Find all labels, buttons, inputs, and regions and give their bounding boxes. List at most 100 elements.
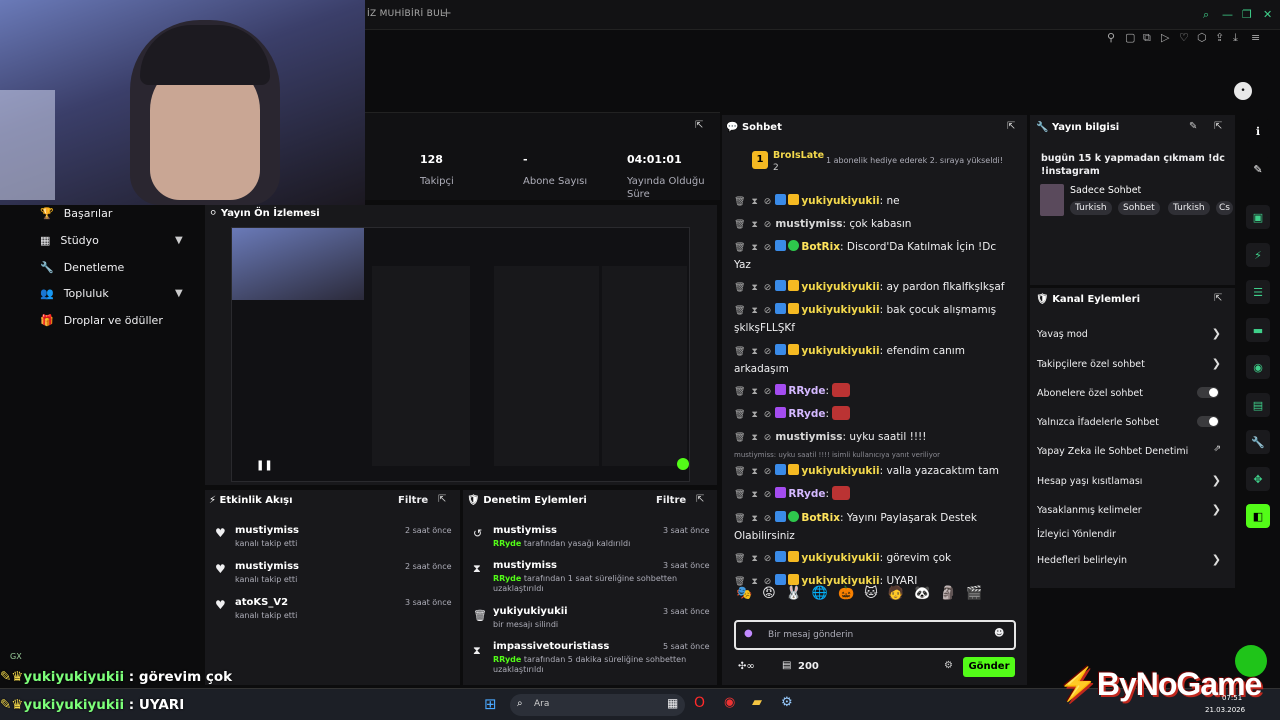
feed-item-name[interactable]: atoKS_V2 — [235, 597, 288, 608]
chat-message[interactable]: 🗑 ⧗ ⊘ yukiyukiyukii: valla yazacaktım tam — [734, 463, 1024, 481]
browser-tab[interactable]: İZ MUHİBİRİ BUL — [367, 9, 445, 19]
ban-icon[interactable]: ⊘ — [764, 433, 772, 443]
chat-message[interactable]: 🗑 ⧗ ⊘ RRyde: — [734, 486, 1024, 504]
share-icon[interactable]: ⇪ — [1215, 31, 1224, 44]
send-button[interactable]: Gönder — [963, 657, 1015, 677]
popout-icon[interactable]: ⇱ — [696, 495, 704, 505]
chat-message[interactable]: 🗑 ⧗ ⊘ yukiyukiyukii: ne — [734, 193, 1024, 211]
ban-icon[interactable]: ⊘ — [764, 467, 772, 477]
trash-icon[interactable]: 🗑 — [734, 283, 745, 293]
menu-icon[interactable]: ≡ — [1251, 31, 1260, 44]
channel-action-item[interactable]: Yapay Zeka ile Sohbet Denetimi ⇗ — [1037, 444, 1227, 457]
ban-icon[interactable]: ⊘ — [764, 220, 772, 230]
ban-icon[interactable]: ⊘ — [764, 514, 772, 524]
ban-icon[interactable]: ⊘ — [764, 387, 772, 397]
gift-user[interactable]: BroIsLate — [773, 150, 824, 161]
timeout-icon[interactable]: ⧗ — [751, 243, 757, 253]
ban-icon[interactable]: ⊘ — [764, 306, 772, 316]
search-icon[interactable]: ⌕ — [1203, 8, 1209, 22]
tag[interactable]: Sohbet — [1118, 201, 1160, 215]
cube-icon[interactable]: ⬡ — [1197, 31, 1207, 44]
popout-icon[interactable]: ⇱ — [1214, 122, 1222, 132]
ban-icon[interactable]: ⊘ — [764, 490, 772, 500]
chat-message[interactable]: 🗑 ⧗ ⊘ yukiyukiyukii: görevim çok — [734, 550, 1024, 568]
timeout-icon[interactable]: ⧗ — [751, 490, 757, 500]
mod-item-name[interactable]: mustiymiss — [493, 525, 557, 536]
trash-icon[interactable]: 🗑 — [734, 387, 745, 397]
timeout-icon[interactable]: ⧗ — [751, 306, 757, 316]
chat-input[interactable]: ● Bir mesaj gönderin ☻ — [734, 620, 1016, 650]
sidebar-item-community[interactable]: 👥 Topluluk ▼ — [40, 287, 183, 300]
popout-icon[interactable]: ⇱ — [695, 121, 703, 131]
steam-icon[interactable]: ⚙ — [781, 696, 793, 709]
channel-action-item[interactable]: Yasaklanmış kelimeler ❯ — [1037, 503, 1227, 516]
timeout-icon[interactable]: ⧗ — [751, 283, 757, 293]
trash-icon[interactable]: 🗑 — [734, 197, 745, 207]
wrench-icon[interactable]: 🔧 — [1246, 430, 1270, 454]
list-icon[interactable]: ☰ — [1246, 280, 1270, 304]
profile-avatar[interactable]: • — [1234, 82, 1252, 100]
chat-message[interactable]: 🗑 ⧗ ⊘ yukiyukiyukii: bak çocuk alışmamış şkl… — [734, 302, 1024, 337]
edit-icon[interactable]: ✎ — [1189, 122, 1197, 132]
chat-icon[interactable]: ▬ — [1246, 318, 1270, 342]
sidebar-item-studio[interactable]: ▦ Stüdyo ▼ — [40, 234, 183, 247]
play-pause-icon[interactable]: ❚❚ — [256, 460, 273, 471]
trash-icon[interactable]: 🗑 — [734, 554, 745, 564]
info-icon[interactable]: ℹ — [1246, 119, 1270, 143]
broadcast-icon[interactable]: ◉ — [1246, 355, 1270, 379]
ban-icon[interactable]: ⊘ — [764, 243, 772, 253]
channel-action-item[interactable]: İzleyici Yönlendir — [1037, 529, 1227, 540]
chat-username[interactable]: RRyde — [788, 385, 825, 397]
channel-action-item[interactable]: Abonelere özel sohbet — [1037, 387, 1227, 399]
chat-username[interactable]: yukiyukiyukii — [801, 465, 879, 477]
chat-message[interactable]: 🗑 ⧗ ⊘ BotRix: Yayını Paylaşarak Destek Olabi… — [734, 510, 1024, 545]
mod-item-name[interactable]: impassivetouristiass — [493, 641, 609, 652]
chat-username[interactable]: RRyde — [788, 488, 825, 500]
pin-icon[interactable]: ⚲ — [1107, 31, 1115, 44]
chat-message[interactable]: 🗑 ⧗ ⊘ mustiymiss: uyku saatil !!!! — [734, 429, 1024, 447]
mod-filter-button[interactable]: Filtre — [656, 495, 686, 506]
chat-username[interactable]: yukiyukiyukii — [801, 281, 879, 293]
trash-icon[interactable]: 🗑 — [734, 433, 745, 443]
timeout-icon[interactable]: ⧗ — [751, 514, 757, 524]
trash-icon[interactable]: 🗑 — [734, 220, 745, 230]
trash-icon[interactable]: 🗑 — [734, 347, 745, 357]
channel-action-item[interactable]: Yavaş mod ❯ — [1037, 327, 1227, 340]
page-icon[interactable]: ▢ — [1125, 31, 1135, 44]
tag[interactable]: Cs — [1216, 201, 1233, 215]
tag[interactable]: Turkish — [1168, 201, 1210, 215]
feed-item-name[interactable]: mustiymiss — [235, 561, 299, 572]
chat-username[interactable]: mustiymiss — [775, 431, 842, 443]
folder-icon[interactable]: ▰ — [752, 696, 762, 709]
trash-icon[interactable]: 🗑 — [734, 467, 745, 477]
chat-message[interactable]: 🗑 ⧗ ⊘ yukiyukiyukii: ay pardon flkalfkşlkşa… — [734, 279, 1024, 297]
chat-username[interactable]: mustiymiss — [775, 218, 842, 230]
gear-icon[interactable]: ⚙ — [944, 661, 953, 671]
ban-icon[interactable]: ⊘ — [764, 410, 772, 420]
taskview-icon[interactable]: ▦ — [667, 697, 678, 709]
activity-filter-button[interactable]: Filtre — [398, 495, 428, 506]
chat-message[interactable]: 🗑 ⧗ ⊘ yukiyukiyukii: efendim canım arkadaşım — [734, 343, 1024, 378]
green-app-icon[interactable]: ◧ — [1246, 504, 1270, 528]
timeout-icon[interactable]: ⧗ — [751, 387, 757, 397]
popout-icon[interactable]: ⇱ — [1007, 122, 1015, 132]
taskbar-search[interactable]: ⌕ Ara — [510, 694, 685, 716]
chat-username[interactable]: yukiyukiyukii — [801, 304, 879, 316]
timeout-icon[interactable]: ⧗ — [751, 433, 757, 443]
channel-action-item[interactable]: Hesap yaşı kısıtlaması ❯ — [1037, 474, 1227, 487]
feed-item-name[interactable]: mustiymiss — [235, 525, 299, 536]
puzzle-icon[interactable]: ✥ — [1246, 467, 1270, 491]
chat-message[interactable]: 🗑 ⧗ ⊘ RRyde: — [734, 406, 1024, 424]
close-icon[interactable]: ✕ — [1263, 8, 1272, 21]
play-icon[interactable]: ▷ — [1161, 31, 1169, 44]
chat-username[interactable]: yukiyukiyukii — [801, 195, 879, 207]
chat-username[interactable]: BotRix — [801, 512, 840, 524]
timeout-icon[interactable]: ⧗ — [751, 467, 757, 477]
mic-icon[interactable]: ● — [744, 629, 753, 639]
minimize-icon[interactable]: — — [1222, 8, 1233, 21]
download-icon[interactable]: ⤓ — [1233, 31, 1238, 45]
chat-username[interactable]: yukiyukiyukii — [801, 345, 879, 357]
opera-icon[interactable]: O — [694, 696, 705, 710]
trash-icon[interactable]: 🗑 — [734, 514, 745, 524]
trash-icon[interactable]: 🗑 — [734, 490, 745, 500]
